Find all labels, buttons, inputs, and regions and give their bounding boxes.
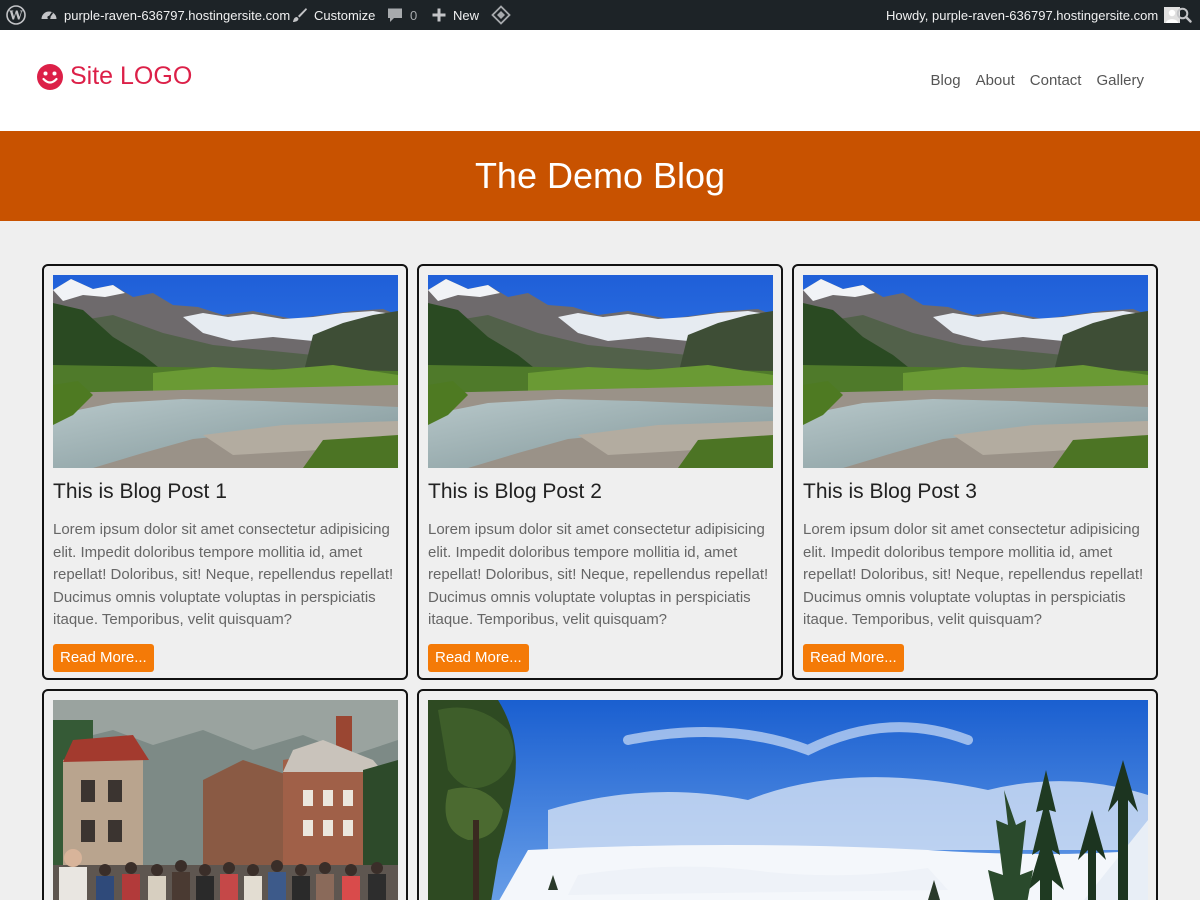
diamond-icon bbox=[491, 5, 511, 25]
hostinger-menu[interactable] bbox=[491, 0, 511, 30]
nav-gallery[interactable]: Gallery bbox=[1096, 72, 1144, 89]
blog-post-card: This is Blog Post 3 Lorem ipsum dolor si… bbox=[792, 264, 1158, 680]
read-more-button[interactable]: Read More... bbox=[803, 644, 904, 672]
page-title: The Demo Blog bbox=[474, 155, 726, 196]
comment-icon bbox=[388, 8, 402, 22]
post-excerpt: Lorem ipsum dolor sit amet consectetur a… bbox=[428, 521, 769, 628]
dashboard-icon bbox=[41, 11, 57, 20]
search-icon bbox=[1176, 7, 1192, 23]
wordpress-menu[interactable]: W bbox=[6, 0, 26, 30]
post-image[interactable] bbox=[53, 275, 398, 468]
account-menu[interactable]: Howdy, purple-raven-636797.hostingersite… bbox=[886, 0, 1181, 30]
admin-bar: W purple-raven-636797.hostingersite.com … bbox=[0, 0, 1200, 30]
site-name-menu[interactable]: purple-raven-636797.hostingersite.com bbox=[40, 0, 290, 30]
nav-contact[interactable]: Contact bbox=[1030, 72, 1082, 89]
customize-label: Customize bbox=[314, 7, 376, 23]
customize-link[interactable]: Customize bbox=[290, 0, 375, 30]
wordpress-icon: W bbox=[6, 5, 26, 25]
plus-icon bbox=[432, 8, 446, 22]
post-excerpt: Lorem ipsum dolor sit amet consectetur a… bbox=[803, 521, 1144, 628]
comments-link[interactable]: 0 bbox=[386, 0, 417, 30]
blog-post-card: This is Blog Post 2 Lorem ipsum dolor si… bbox=[417, 264, 783, 680]
post-excerpt: Lorem ipsum dolor sit amet consectetur a… bbox=[53, 521, 394, 628]
new-label: New bbox=[453, 7, 480, 23]
main-nav: Blog About Contact Gallery bbox=[931, 72, 1144, 89]
page-banner: The Demo Blog bbox=[0, 131, 1200, 221]
post-title[interactable]: This is Blog Post 2 bbox=[428, 480, 602, 504]
admin-search-button[interactable] bbox=[1176, 0, 1192, 30]
post-title[interactable]: This is Blog Post 3 bbox=[803, 480, 977, 504]
new-content-menu[interactable]: New bbox=[431, 0, 479, 30]
town-photo[interactable] bbox=[53, 700, 398, 900]
svg-text:W: W bbox=[8, 9, 23, 23]
howdy-text: Howdy, purple-raven-636797.hostingersite… bbox=[886, 7, 1159, 23]
brush-icon bbox=[293, 8, 307, 22]
post-image[interactable] bbox=[428, 275, 773, 468]
nav-about[interactable]: About bbox=[976, 72, 1015, 89]
smiley-icon bbox=[37, 63, 63, 90]
post-image[interactable] bbox=[803, 275, 1148, 468]
blog-post-card: This is Blog Post 1 Lorem ipsum dolor si… bbox=[42, 264, 408, 680]
gallery-card bbox=[42, 689, 408, 900]
nav-blog[interactable]: Blog bbox=[931, 72, 961, 89]
post-title[interactable]: This is Blog Post 1 bbox=[53, 480, 227, 504]
gallery-card bbox=[417, 689, 1158, 900]
logo-text: Site LOGO bbox=[70, 62, 193, 90]
site-header: Site LOGO Blog About Contact Gallery bbox=[0, 30, 1200, 131]
read-more-button[interactable]: Read More... bbox=[428, 644, 529, 672]
read-more-button[interactable]: Read More... bbox=[53, 644, 154, 672]
site-logo[interactable]: Site LOGO bbox=[36, 62, 192, 91]
snow-landscape-photo[interactable] bbox=[428, 700, 1148, 900]
site-name: purple-raven-636797.hostingersite.com bbox=[64, 7, 291, 23]
comment-count: 0 bbox=[410, 7, 418, 23]
